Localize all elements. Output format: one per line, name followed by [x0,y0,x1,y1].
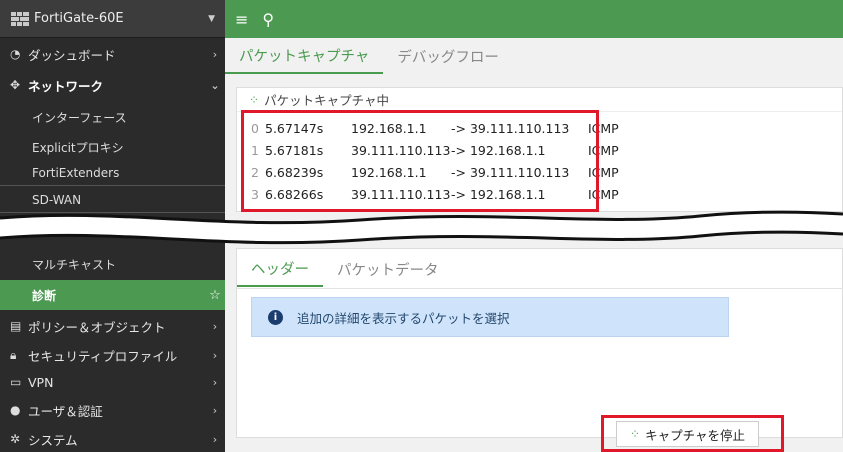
sidebar-subitem-explicit-proxy[interactable]: Explicitプロキシ [0,133,225,161]
dashboard-icon: ◔ [10,47,21,61]
sidebar-item-label: セキュリティプロファイル [28,348,178,364]
user-icon: ● [10,403,21,417]
policy-icon: ▤ [10,319,22,333]
sidebar-item-label: VPN [28,374,54,390]
network-icon: ✥ [10,78,21,92]
star-icon[interactable]: ☆ [205,288,225,303]
spinner-icon: ⁘ [249,92,260,107]
menu-icon[interactable]: ≡ [235,10,248,29]
info-message: i 追加の詳細を表示するパケットを選択 [251,297,729,337]
chevron-right-icon: › [212,403,218,417]
device-selector[interactable]: FortiGate-60E ▼ [0,0,225,38]
detail-tabs: ヘッダー パケットデータ [237,251,453,287]
packet-detail-panel: ヘッダー パケットデータ i 追加の詳細を表示するパケットを選択 [236,248,843,438]
top-bar: ≡ ⚲ [225,0,843,38]
sidebar-item-label: Explicitプロキシ [32,140,124,155]
sidebar-subitem-fortiextenders[interactable]: FortiExtenders [0,160,225,186]
sidebar-item-network[interactable]: ✥ ネットワーク ⌄ [0,70,225,100]
chevron-right-icon: › [212,432,218,446]
sidebar-subitem-diagnostics[interactable]: 診断 ☆ [0,280,225,310]
info-icon: i [268,309,283,325]
monitor-icon: ▭ [10,375,22,389]
divider [237,288,843,289]
sidebar-item-policy-objects[interactable]: ▤ ポリシー＆オブジェクト › [0,312,225,340]
sidebar-item-label: ユーザ＆認証 [28,403,103,419]
device-name: FortiGate-60E [34,11,124,26]
info-text: 追加の詳細を表示するパケットを選択 [297,310,510,326]
capture-status-text: パケットキャプチャ中 [264,93,389,108]
sidebar-item-system[interactable]: ✲ システム › [0,426,225,452]
sidebar-item-label: FortiExtenders [32,165,120,180]
tab-debug-flow[interactable]: デバッグフロー [383,38,513,74]
sidebar-item-label: マルチキャスト [32,257,117,272]
chevron-down-icon: ⌄ [210,78,220,92]
caret-down-icon: ▼ [208,13,215,24]
chevron-right-icon: › [212,348,218,362]
sidebar-item-vpn[interactable]: ▭ VPN › [0,369,225,395]
sidebar-item-label: ポリシー＆オブジェクト [28,319,166,335]
sidebar-item-user-auth[interactable]: ● ユーザ＆認証 › [0,396,225,424]
sidebar-item-dashboard[interactable]: ◔ ダッシュボード › [0,40,225,68]
chevron-right-icon: › [212,375,218,389]
capture-status: ⁘ パケットキャプチャ中 [237,88,842,112]
tab-packet-capture[interactable]: パケットキャプチャ [225,38,384,74]
chevron-right-icon: › [212,47,218,61]
top-tabs: パケットキャプチャ デバッグフロー [225,38,513,74]
sidebar-item-label: ダッシュボード [28,47,116,63]
fortigate-logo-icon [11,11,29,26]
gear-icon: ✲ [10,432,21,446]
sidebar-subitem-interfaces[interactable]: インターフェース [0,103,225,131]
chevron-right-icon: › [212,319,218,333]
highlight-box-packets [241,110,599,212]
sidebar-item-security-profiles[interactable]: 🔒︎ セキュリティプロファイル › [0,341,225,369]
search-icon[interactable]: ⚲ [262,10,274,29]
tab-header[interactable]: ヘッダー [237,251,323,287]
sidebar-item-label: インターフェース [32,110,127,125]
sidebar-item-label: システム [28,432,78,448]
tab-packet-data[interactable]: パケットデータ [323,251,453,287]
lock-icon: 🔒︎ [10,347,17,362]
sidebar-item-label: 診断 [32,288,57,303]
sidebar-item-label: ネットワーク [28,78,104,94]
highlight-box-stop-button [601,415,784,452]
sidebar-subitem-multicast[interactable]: マルチキャスト [0,250,225,278]
